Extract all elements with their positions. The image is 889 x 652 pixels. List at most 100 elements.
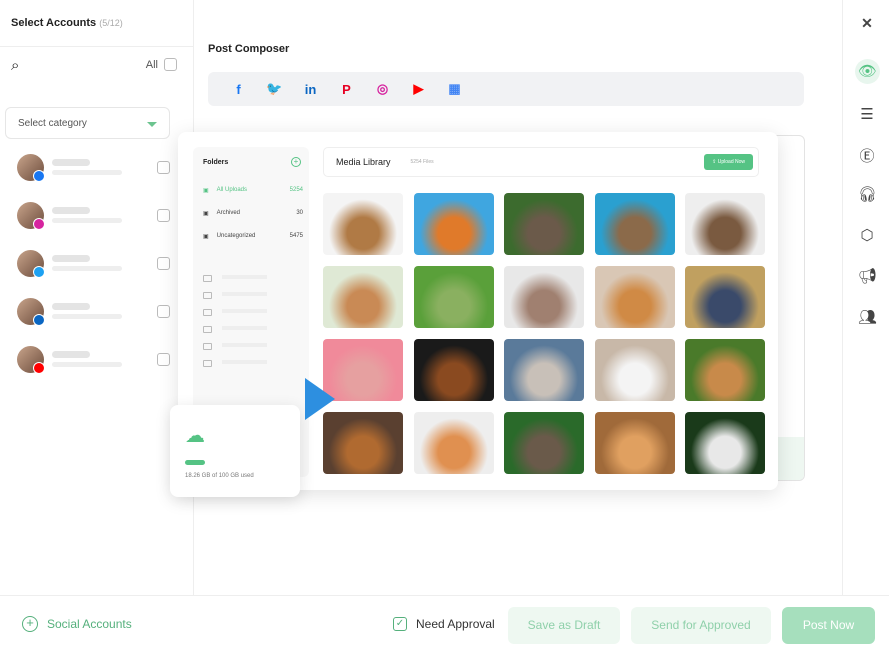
pointer-arrow-icon: [305, 378, 335, 420]
folder-item[interactable]: ▣ Uncategorized 5475: [203, 233, 303, 240]
folder-icon: [203, 309, 212, 316]
currency-icon[interactable]: Ⓔ: [858, 145, 876, 166]
social-accounts-label: Social Accounts: [47, 617, 132, 631]
facebook-icon: [33, 170, 45, 182]
close-icon[interactable]: ✕: [858, 15, 876, 32]
media-header: Media Library 5254 Files ⇪ Upload Now: [323, 147, 759, 177]
media-thumbnail[interactable]: [594, 339, 675, 401]
save-draft-button[interactable]: Save as Draft: [508, 607, 620, 644]
youtube-icon[interactable]: ▶: [410, 81, 427, 97]
account-handle: [52, 266, 122, 271]
add-user-icon[interactable]: 👥︎: [858, 308, 877, 326]
account-handle: [52, 218, 122, 223]
eye-icon[interactable]: 👁: [858, 62, 877, 80]
media-thumbnail[interactable]: [685, 339, 765, 401]
account-count: (5/12): [99, 18, 123, 28]
twitter-icon[interactable]: 🐦: [266, 81, 283, 97]
media-thumbnail[interactable]: [504, 339, 584, 401]
media-thumbnail[interactable]: [323, 412, 403, 474]
need-approval-checkbox[interactable]: ✓: [393, 617, 407, 631]
media-thumbnail[interactable]: [413, 412, 494, 474]
need-approval[interactable]: ✓ Need Approval: [393, 617, 495, 631]
instagram-icon[interactable]: ◎: [374, 81, 391, 97]
search-icon[interactable]: ⌕: [11, 57, 19, 74]
add-folder-icon[interactable]: +: [291, 157, 301, 167]
accounts-panel: Select Accounts (5/12) ⌕ All Select cate…: [0, 0, 194, 595]
account-checkbox[interactable]: [157, 305, 170, 318]
folder-placeholder: [203, 360, 298, 368]
folder-item[interactable]: ▣ Archived 30: [203, 210, 303, 217]
account-item[interactable]: [17, 202, 177, 232]
folder-icon: ▣: [203, 211, 209, 217]
upload-button[interactable]: ⇪ Upload Now: [704, 154, 753, 170]
media-thumbnail[interactable]: [413, 193, 494, 255]
all-label: All: [145, 58, 158, 71]
folder-icon: [203, 292, 212, 299]
youtube-icon: [33, 362, 45, 374]
folder-icon: [203, 343, 212, 350]
storage-card: ☁ 18.26 GB of 100 GB used: [170, 405, 300, 497]
tag-icon[interactable]: ⬡: [858, 226, 876, 244]
media-thumbnail[interactable]: [413, 339, 494, 401]
folder-icon: ▣: [203, 188, 209, 194]
folder-placeholder: [203, 275, 298, 283]
media-thumbnail[interactable]: [323, 266, 403, 328]
media-thumbnail[interactable]: [594, 412, 675, 474]
account-item[interactable]: [17, 298, 177, 328]
select-all-checkbox[interactable]: [164, 58, 177, 71]
account-item[interactable]: [17, 250, 177, 280]
folder-count: 30: [296, 210, 303, 216]
storage-bar: [185, 460, 205, 465]
select-all[interactable]: All: [146, 58, 177, 71]
folder-count: 5475: [289, 233, 303, 239]
checklist-icon[interactable]: ☰: [858, 105, 876, 123]
account-name: [52, 159, 90, 166]
category-placeholder: Select category: [18, 118, 87, 129]
folder-item[interactable]: ▣ All Uploads 5254: [203, 187, 303, 194]
google-business-icon[interactable]: ▦: [446, 81, 463, 97]
send-approval-button[interactable]: Send for Approved: [631, 607, 771, 644]
folder-icon: ▣: [203, 234, 209, 240]
folder-placeholder: [203, 292, 298, 300]
pinterest-icon[interactable]: P: [338, 82, 355, 97]
account-handle: [52, 170, 122, 175]
instagram-icon: [33, 218, 45, 230]
folder-placeholder: [203, 343, 298, 351]
media-thumbnail[interactable]: [685, 193, 765, 255]
post-now-button[interactable]: Post Now: [782, 607, 875, 644]
account-item[interactable]: [17, 346, 177, 376]
folders-title: Folders: [203, 159, 229, 166]
megaphone-icon[interactable]: 📢︎: [858, 267, 877, 285]
account-checkbox[interactable]: [157, 257, 170, 270]
social-accounts-button[interactable]: + Social Accounts: [22, 616, 132, 632]
folder-placeholder: [203, 326, 298, 334]
accounts-header: Select Accounts (5/12): [0, 0, 193, 47]
media-thumbnail[interactable]: [413, 266, 494, 328]
plus-icon: +: [22, 616, 38, 632]
account-item[interactable]: [17, 154, 177, 184]
linkedin-icon[interactable]: in: [302, 82, 319, 97]
storage-text: 18.26 GB of 100 GB used: [185, 473, 254, 479]
media-thumbnail[interactable]: [323, 193, 403, 255]
media-thumbnail[interactable]: [685, 266, 765, 328]
media-thumbnail[interactable]: [504, 412, 584, 474]
media-thumbnail[interactable]: [594, 193, 675, 255]
folder-name: Uncategorized: [216, 233, 256, 239]
composer-title: Post Composer: [208, 43, 290, 55]
media-thumbnail[interactable]: [504, 266, 584, 328]
account-checkbox[interactable]: [157, 209, 170, 222]
media-thumbnail[interactable]: [504, 193, 584, 255]
account-name: [52, 351, 90, 358]
facebook-icon[interactable]: f: [230, 82, 247, 97]
media-thumbnail[interactable]: [323, 339, 403, 401]
headset-icon[interactable]: 🎧︎: [858, 185, 877, 203]
media-thumbnail[interactable]: [594, 266, 675, 328]
right-toolbar: ✕ 👁 ☰ Ⓔ 🎧︎ ⬡ 📢︎ 👥︎: [842, 0, 889, 595]
account-checkbox[interactable]: [157, 353, 170, 366]
twitter-icon: [33, 266, 45, 278]
media-thumbnail[interactable]: [685, 412, 765, 474]
account-name: [52, 207, 90, 214]
chevron-down-icon: [147, 122, 157, 127]
category-select[interactable]: Select category: [5, 107, 170, 139]
account-checkbox[interactable]: [157, 161, 170, 174]
